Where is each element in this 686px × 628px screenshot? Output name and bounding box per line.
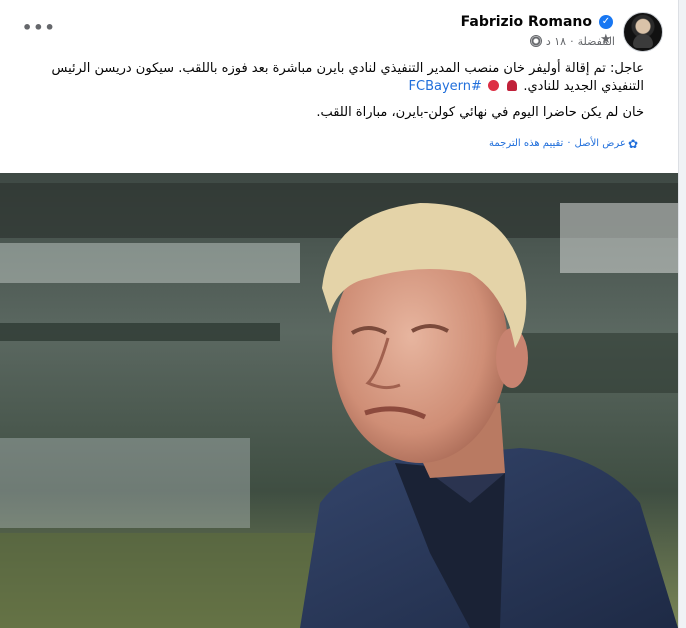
post-header: ✓ Fabrizio Romano ★ المفضلة · ١٨ د ••• (0, 0, 678, 56)
favorites-label[interactable]: المفضلة (578, 35, 615, 48)
globe-icon (529, 35, 542, 47)
rate-translation-link[interactable]: تقييم هذه الترجمة (489, 138, 563, 149)
translation-bar: عرض الأصل · تقييم هذه الترجمة (489, 138, 626, 149)
more-options-icon[interactable]: ••• (22, 18, 56, 37)
hashtag-link[interactable]: #FCBayern (409, 79, 482, 94)
author-avatar[interactable] (623, 12, 663, 52)
red-circle-emoji-icon (488, 80, 500, 91)
gear-icon: ✿ (628, 137, 639, 151)
meta-separator: · (570, 34, 574, 48)
post-card: ✓ Fabrizio Romano ★ المفضلة · ١٨ د ••• ع… (0, 0, 679, 628)
rotating-light-emoji-icon (507, 80, 518, 91)
post-time[interactable]: ١٨ د (546, 35, 566, 48)
post-meta: المفضلة · ١٨ د (529, 33, 615, 49)
post-paragraph-1: عاجل: تم إقالة أوليفر خان منصب المدير ال… (51, 61, 645, 94)
post-photo[interactable] (0, 173, 678, 628)
see-original-link[interactable]: عرض الأصل (575, 138, 626, 149)
translation-separator: · (567, 138, 571, 149)
post-paragraph-2: خان لم يكن حاضرا اليوم في نهائي كولن-باي… (316, 105, 644, 120)
author-name[interactable]: Fabrizio Romano (461, 14, 592, 30)
photo-illustration (0, 173, 678, 628)
post-text: عاجل: تم إقالة أوليفر خان منصب المدير ال… (14, 60, 645, 130)
verified-badge-icon: ✓ (599, 15, 613, 29)
